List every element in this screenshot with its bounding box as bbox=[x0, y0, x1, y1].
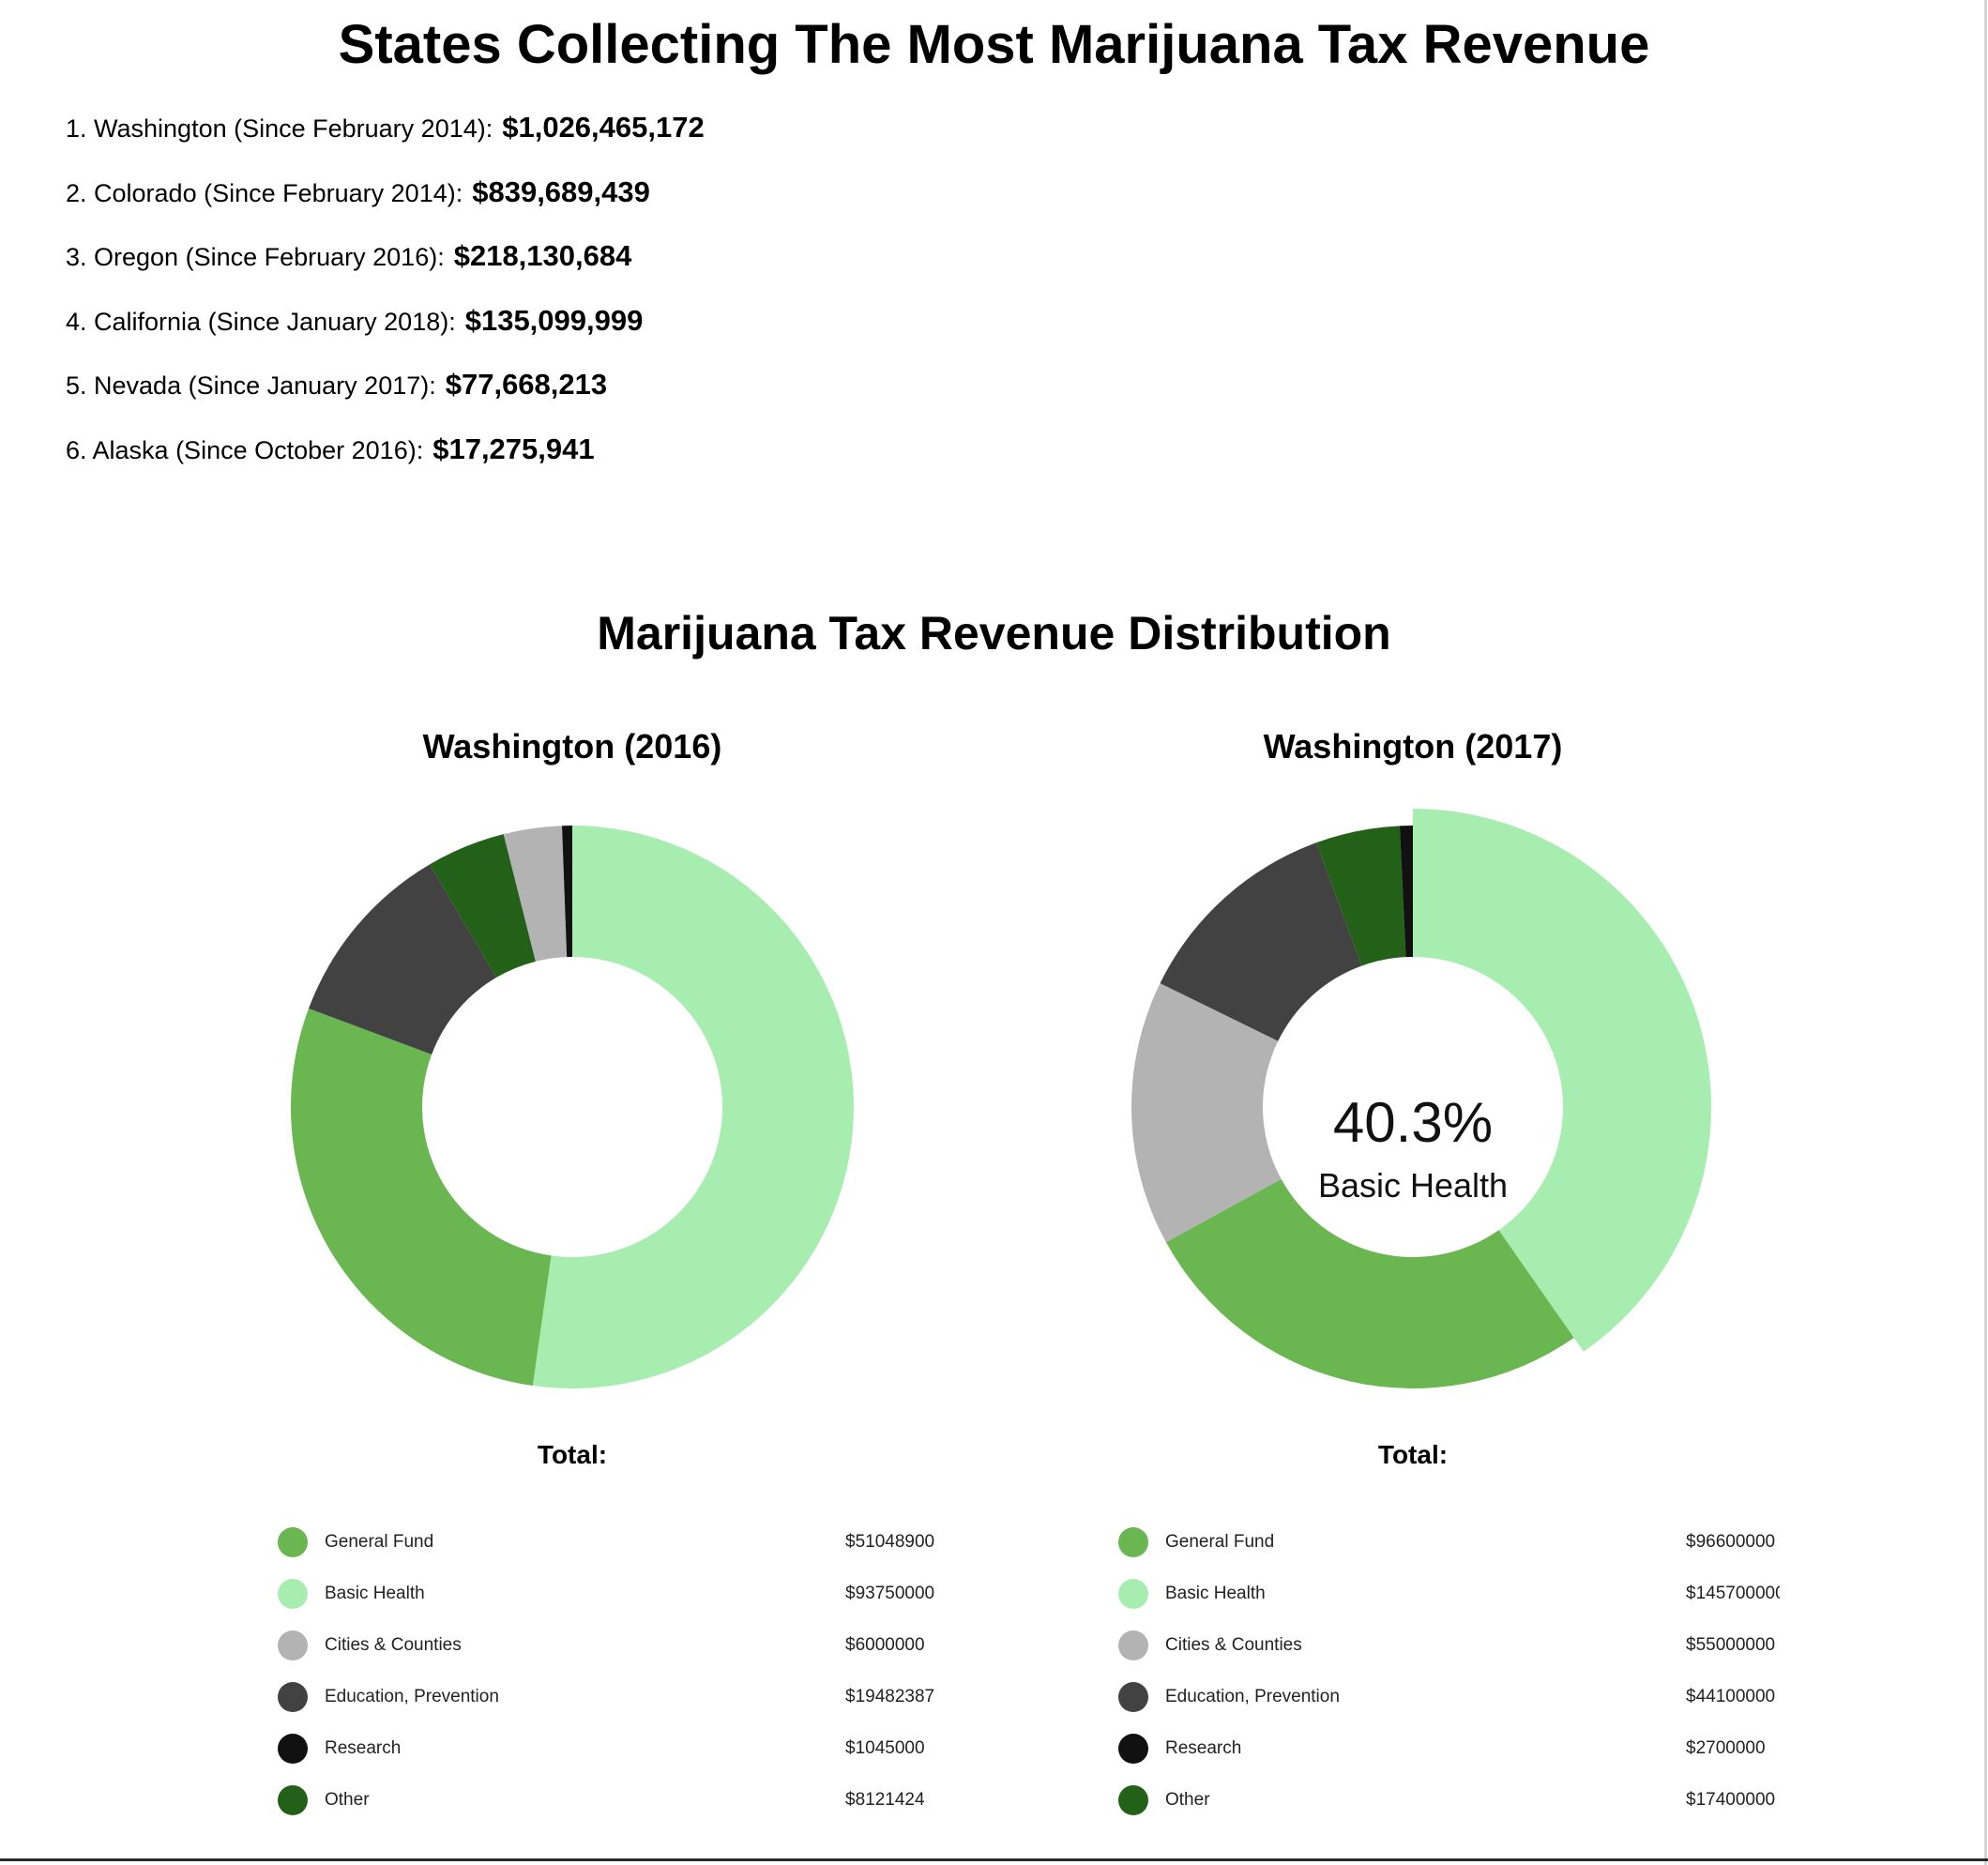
legend-item-other[interactable]: Other $17400000 bbox=[1118, 1785, 1822, 1837]
ranking-revenue-value: $135,099,999 bbox=[464, 303, 644, 337]
legend-item-other[interactable]: Other $8121424 bbox=[278, 1785, 981, 1837]
legend-value: $8121424 bbox=[845, 1790, 925, 1810]
legend-item-general-fund[interactable]: General Fund $96600000 bbox=[1118, 1527, 1822, 1579]
legend-value: $55000000 bbox=[1686, 1635, 1776, 1655]
donut-slice-general-fund[interactable] bbox=[1165, 1178, 1574, 1388]
legend-value: $44100000 bbox=[1686, 1687, 1776, 1706]
legend-label: Other bbox=[325, 1790, 370, 1810]
donut-slices[interactable] bbox=[291, 826, 854, 1388]
chart-legend-2017: General Fund $96600000 Basic Health $145… bbox=[1118, 1527, 1822, 1837]
legend-item-research[interactable]: Research $2700000 bbox=[1118, 1734, 1822, 1785]
legend-item-cities-counties[interactable]: Cities & Counties $55000000 bbox=[1118, 1630, 1822, 1682]
legend-label: Research bbox=[1165, 1738, 1242, 1758]
page-title: States Collecting The Most Marijuana Tax… bbox=[338, 14, 1650, 75]
legend-swatch-icon bbox=[1118, 1734, 1148, 1764]
legend-swatch-icon bbox=[1118, 1579, 1148, 1609]
distribution-section-title: Marijuana Tax Revenue Distribution bbox=[597, 607, 1391, 660]
donut-slice-basic-health[interactable] bbox=[532, 826, 854, 1388]
legend-swatch-icon bbox=[278, 1785, 308, 1815]
donut-center-value: 40.3% bbox=[1333, 1091, 1493, 1154]
donut-chart-2016[interactable] bbox=[150, 769, 994, 1407]
legend-item-general-fund[interactable]: General Fund $51048900 bbox=[278, 1527, 981, 1579]
ranking-state-label: 2. Colorado (Since February 2014): bbox=[66, 178, 463, 207]
ranking-state-label: 3. Oregon (Since February 2016): bbox=[66, 243, 445, 271]
total-label: Total: bbox=[1377, 1440, 1449, 1469]
legend-item-education-prevention[interactable]: Education, Prevention $19482387 bbox=[278, 1682, 981, 1734]
ranking-state-label: 6. Alaska (Since October 2016): bbox=[66, 435, 424, 464]
legend-swatch-icon bbox=[1118, 1527, 1148, 1557]
ranking-state-label: 4. California (Since January 2018): bbox=[66, 307, 456, 336]
legend-swatch-icon bbox=[1118, 1682, 1148, 1712]
legend-label: Basic Health bbox=[325, 1584, 425, 1603]
ranking-item: 2. Colorado (Since February 2014): $839,… bbox=[66, 175, 705, 240]
state-ranking-list: 1. Washington (Since February 2014): $1,… bbox=[66, 111, 705, 496]
legend-label: Other bbox=[1165, 1790, 1210, 1810]
ranking-revenue-value: $1,026,465,172 bbox=[502, 111, 705, 144]
donut-center-label: Basic Health bbox=[1318, 1166, 1508, 1205]
ranking-item: 1. Washington (Since February 2014): $1,… bbox=[66, 111, 705, 175]
ranking-revenue-value: $218,130,684 bbox=[453, 239, 632, 272]
ranking-revenue-value: $77,668,213 bbox=[445, 368, 608, 401]
ranking-item: 5. Nevada (Since January 2017): $77,668,… bbox=[66, 368, 705, 432]
legend-swatch-icon bbox=[278, 1579, 308, 1609]
legend-value: $2700000 bbox=[1686, 1738, 1766, 1758]
legend-label: General Fund bbox=[1165, 1532, 1275, 1552]
legend-label: Cities & Counties bbox=[1165, 1635, 1302, 1655]
window-edge-bottom bbox=[0, 1858, 1988, 1861]
ranking-state-label: 5. Nevada (Since January 2017): bbox=[66, 371, 436, 400]
legend-item-education-prevention[interactable]: Education, Prevention $44100000 bbox=[1118, 1682, 1822, 1734]
legend-swatch-icon bbox=[278, 1527, 308, 1557]
total-label: Total: bbox=[537, 1440, 608, 1469]
legend-value: $1045000 bbox=[845, 1738, 925, 1758]
legend-value: $145700000 bbox=[1686, 1584, 1780, 1603]
legend-item-basic-health[interactable]: Basic Health $145700000 bbox=[1118, 1579, 1822, 1630]
ranking-state-label: 1. Washington (Since February 2014): bbox=[66, 114, 493, 143]
legend-swatch-icon bbox=[278, 1734, 308, 1764]
legend-value: $51048900 bbox=[845, 1532, 935, 1552]
legend-label: Research bbox=[325, 1738, 402, 1758]
legend-swatch-icon bbox=[1118, 1630, 1148, 1660]
window-edge-right bbox=[1984, 0, 1987, 1865]
ranking-item: 3. Oregon (Since February 2016): $218,13… bbox=[66, 239, 705, 304]
legend-swatch-icon bbox=[278, 1682, 308, 1712]
chart-title-2017: Washington (2017) bbox=[1263, 727, 1563, 766]
chart-panel-2016: Washington (2016) Total: General Fund $5… bbox=[150, 727, 994, 1853]
legend-value: $93750000 bbox=[845, 1584, 935, 1603]
legend-value: $6000000 bbox=[845, 1635, 925, 1655]
legend-value: $17400000 bbox=[1686, 1790, 1776, 1810]
ranking-item: 6. Alaska (Since October 2016): $17,275,… bbox=[66, 432, 705, 497]
legend-swatch-icon bbox=[1118, 1785, 1148, 1815]
donut-chart-2017[interactable]: 40.3% Basic Health bbox=[991, 769, 1835, 1407]
donut-slice-general-fund[interactable] bbox=[291, 1008, 552, 1387]
legend-swatch-icon bbox=[278, 1630, 308, 1660]
chart-panel-2017: Washington (2017) 40.3% Basic Health Tot… bbox=[991, 727, 1835, 1853]
ranking-revenue-value: $17,275,941 bbox=[433, 432, 595, 465]
chart-legend-2016: General Fund $51048900 Basic Health $937… bbox=[278, 1527, 981, 1837]
legend-label: Basic Health bbox=[1165, 1584, 1266, 1603]
legend-value: $19482387 bbox=[845, 1687, 935, 1706]
legend-value: $96600000 bbox=[1686, 1532, 1776, 1552]
legend-item-basic-health[interactable]: Basic Health $93750000 bbox=[278, 1579, 981, 1630]
chart-title-2016: Washington (2016) bbox=[422, 727, 722, 766]
legend-label: Education, Prevention bbox=[1165, 1687, 1340, 1706]
legend-item-cities-counties[interactable]: Cities & Counties $6000000 bbox=[278, 1630, 981, 1682]
legend-item-research[interactable]: Research $1045000 bbox=[278, 1734, 981, 1785]
legend-label: General Fund bbox=[325, 1532, 434, 1552]
ranking-revenue-value: $839,689,439 bbox=[472, 174, 650, 208]
ranking-item: 4. California (Since January 2018): $135… bbox=[66, 304, 705, 369]
legend-label: Cities & Counties bbox=[325, 1635, 462, 1655]
legend-label: Education, Prevention bbox=[325, 1687, 499, 1706]
